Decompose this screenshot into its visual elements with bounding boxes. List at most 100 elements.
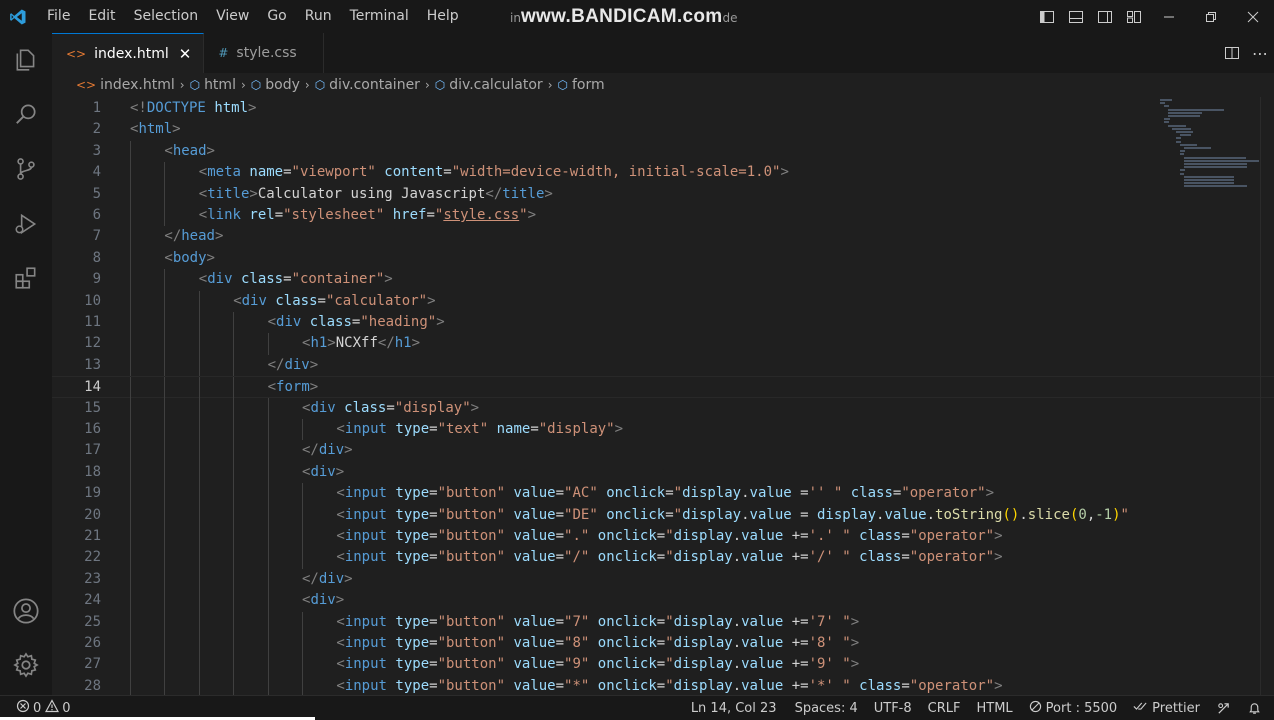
code-line[interactable]: 7 </head>	[52, 226, 1274, 248]
code-line[interactable]: 4 <meta name="viewport" content="width=de…	[52, 162, 1274, 184]
line-number[interactable]: 28	[52, 676, 101, 695]
source-control-icon[interactable]	[0, 145, 52, 193]
code-line[interactable]: 21 <input type="button" value="." onclick…	[52, 526, 1274, 548]
code-line[interactable]: 24 <div>	[52, 590, 1274, 612]
menu-file[interactable]: File	[36, 0, 79, 33]
feedback-icon[interactable]	[1208, 701, 1239, 716]
close-tab-icon[interactable]: ✕	[179, 45, 192, 63]
code-line[interactable]: 26 <input type="button" value="8" onclick…	[52, 633, 1274, 655]
line-number[interactable]: 5	[52, 184, 101, 205]
tab-style-css[interactable]: # style.css	[204, 33, 325, 73]
line-number[interactable]: 12	[52, 333, 101, 354]
breadcrumb-item-container[interactable]: ⬡ div.container	[315, 77, 420, 93]
toggle-primary-sidebar-icon[interactable]	[1032, 0, 1061, 33]
line-number[interactable]: 11	[52, 312, 101, 333]
search-icon[interactable]	[0, 90, 52, 138]
code-line[interactable]: 8 <body>	[52, 247, 1274, 270]
line-number[interactable]: 18	[52, 462, 101, 483]
code-line[interactable]: 16 <input type="text" name="display">	[52, 419, 1274, 441]
line-number[interactable]: 20	[52, 505, 101, 526]
menu-edit[interactable]: Edit	[79, 0, 124, 33]
code-line[interactable]: 19 <input type="button" value="AC" onclic…	[52, 483, 1274, 505]
line-number[interactable]: 19	[52, 483, 101, 504]
breadcrumb-item-form[interactable]: ⬡ form	[558, 77, 605, 93]
extensions-icon[interactable]	[0, 254, 52, 302]
line-number[interactable]: 24	[52, 590, 101, 611]
code-line[interactable]: 27 <input type="button" value="9" onclick…	[52, 654, 1274, 676]
code-line[interactable]: 9 <div class="container">	[52, 269, 1274, 291]
line-number[interactable]: 2	[52, 119, 101, 140]
line-number[interactable]: 13	[52, 355, 101, 376]
line-number[interactable]: 15	[52, 398, 101, 419]
code-line[interactable]: 25 <input type="button" value="7" onclick…	[52, 611, 1274, 633]
breadcrumb-item-file[interactable]: <> index.html	[76, 77, 175, 93]
code-line[interactable]: 23 </div>	[52, 568, 1274, 591]
menu-selection[interactable]: Selection	[125, 0, 208, 33]
encoding[interactable]: UTF-8	[866, 701, 920, 716]
minimize-icon[interactable]	[1148, 0, 1190, 33]
code-line[interactable]: 11 <div class="heading">	[52, 312, 1274, 334]
code-line[interactable]: 14 <form>	[52, 376, 1274, 399]
line-number[interactable]: 17	[52, 440, 101, 461]
minimap[interactable]	[1160, 97, 1260, 207]
prettier-status[interactable]: Prettier	[1125, 700, 1208, 716]
close-window-icon[interactable]	[1232, 0, 1274, 33]
menu-help[interactable]: Help	[418, 0, 468, 33]
code-line[interactable]: 28 <input type="button" value="*" onclick…	[52, 675, 1274, 695]
language-mode[interactable]: HTML	[968, 701, 1020, 716]
line-number[interactable]: 4	[52, 162, 101, 183]
code-line[interactable]: 3 <head>	[52, 140, 1274, 163]
menu-run[interactable]: Run	[296, 0, 341, 33]
code-line[interactable]: 5 <title>Calculator using Javascript</tit…	[52, 183, 1274, 205]
problems-indicator[interactable]: 0 0	[16, 699, 79, 717]
code-line[interactable]: 2 <html>	[52, 119, 1274, 140]
customize-layout-icon[interactable]	[1119, 0, 1148, 33]
line-number[interactable]: 9	[52, 269, 101, 290]
breadcrumb-item-body[interactable]: ⬡ body	[251, 77, 300, 93]
more-actions-icon[interactable]: ⋯	[1246, 44, 1274, 63]
breadcrumb-item-html[interactable]: ⬡ html	[190, 77, 236, 93]
restore-icon[interactable]	[1190, 0, 1232, 33]
explorer-icon[interactable]	[0, 36, 52, 84]
line-number[interactable]: 16	[52, 419, 101, 440]
editor-scrollbar[interactable]	[1260, 97, 1274, 695]
line-number[interactable]: 3	[52, 141, 101, 162]
menu-view[interactable]: View	[207, 0, 258, 33]
line-number[interactable]: 14	[52, 377, 101, 398]
code-line[interactable]: 15 <div class="display">	[52, 397, 1274, 419]
line-number[interactable]: 26	[52, 633, 101, 654]
line-number[interactable]: 10	[52, 291, 101, 312]
line-number[interactable]: 1	[52, 98, 101, 119]
code-line[interactable]: 17 </div>	[52, 440, 1274, 462]
accounts-icon[interactable]	[0, 587, 52, 635]
code-line[interactable]: 1 <!DOCTYPE html>	[52, 98, 1274, 119]
end-of-line[interactable]: CRLF	[920, 701, 969, 716]
line-number[interactable]: 22	[52, 547, 101, 568]
cursor-position[interactable]: Ln 14, Col 23	[683, 701, 785, 716]
split-editor-icon[interactable]	[1218, 45, 1246, 61]
breadcrumb-item-calculator[interactable]: ⬡ div.calculator	[435, 77, 543, 93]
code-line[interactable]: 22 <input type="button" value="/" onclick…	[52, 547, 1274, 569]
line-number[interactable]: 6	[52, 205, 101, 226]
indentation[interactable]: Spaces: 4	[787, 701, 866, 716]
notifications-bell-icon[interactable]	[1239, 701, 1274, 716]
code-line[interactable]: 18 <div>	[52, 461, 1274, 484]
line-number[interactable]: 21	[52, 526, 101, 547]
code-line[interactable]: 13 </div>	[52, 354, 1274, 377]
live-server-port[interactable]: Port : 5500	[1021, 700, 1126, 717]
code-line[interactable]: 10 <div class="calculator">	[52, 290, 1274, 312]
run-debug-icon[interactable]	[0, 200, 52, 248]
code-line[interactable]: 12 <h1>NCXff</h1>	[52, 333, 1274, 355]
line-number[interactable]: 7	[52, 226, 101, 247]
line-number[interactable]: 8	[52, 248, 101, 269]
tab-index-html[interactable]: <> index.html ✕	[52, 33, 205, 73]
line-number[interactable]: 27	[52, 654, 101, 675]
code-line[interactable]: 6 <link rel="stylesheet" href="style.css"…	[52, 205, 1274, 227]
toggle-secondary-sidebar-icon[interactable]	[1090, 0, 1119, 33]
toggle-panel-icon[interactable]	[1061, 0, 1090, 33]
line-number[interactable]: 23	[52, 569, 101, 590]
code-editor[interactable]: 1 <!DOCTYPE html> 2 <html> 3 <head> 4 <meta nam…	[52, 97, 1274, 695]
menu-go[interactable]: Go	[258, 0, 295, 33]
line-number[interactable]: 25	[52, 612, 101, 633]
menu-terminal[interactable]: Terminal	[341, 0, 418, 33]
